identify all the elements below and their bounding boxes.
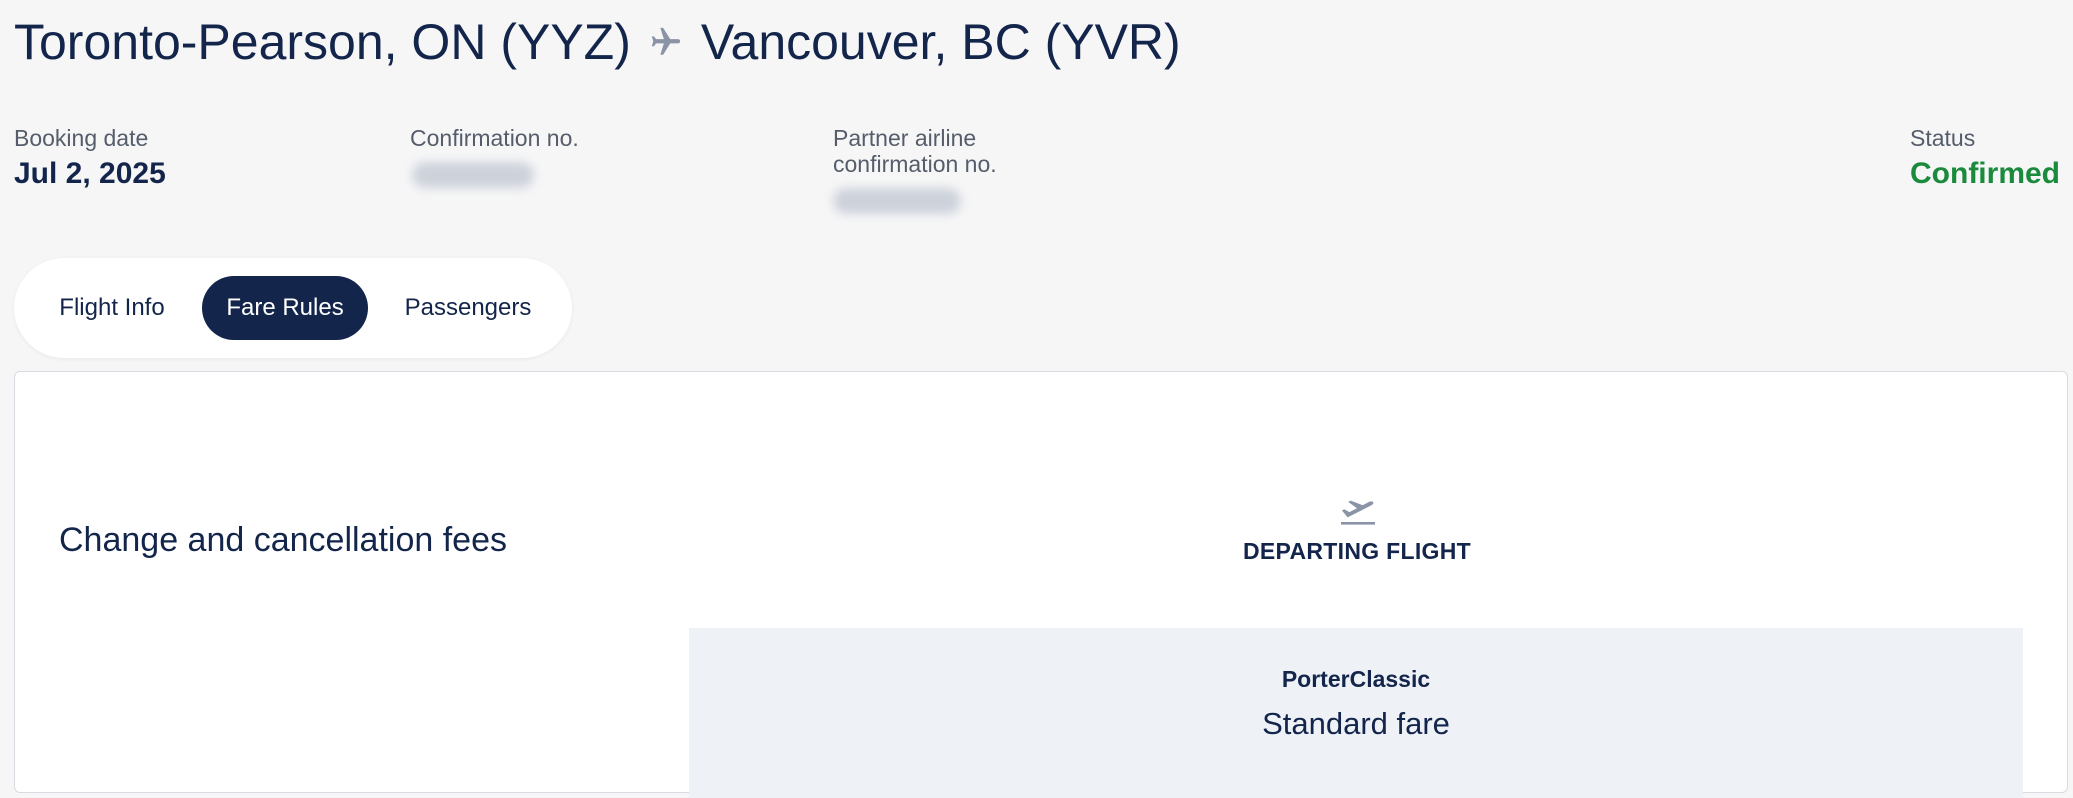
- status-badge: Confirmed: [1910, 157, 2060, 190]
- airplane-icon: [649, 25, 683, 59]
- fare-card: PorterClassic Standard fare: [689, 628, 2023, 798]
- departing-plane-icon: [1339, 492, 1377, 526]
- destination-text: Vancouver, BC (YVR): [700, 14, 1181, 70]
- booking-date-value: Jul 2, 2025: [14, 157, 166, 190]
- partner-confirmation-number-redacted: [833, 188, 961, 214]
- page-title: Toronto-Pearson, ON (YYZ) Vancouver, BC …: [14, 12, 1181, 72]
- confirmation-number-redacted: [412, 162, 534, 188]
- fare-rules-panel: Change and cancellation fees DEPARTING F…: [14, 371, 2068, 798]
- origin-text: Toronto-Pearson, ON (YYZ): [14, 14, 631, 70]
- departing-flight-label: DEPARTING FLIGHT: [1243, 538, 1471, 564]
- tab-passengers[interactable]: Passengers: [382, 276, 554, 340]
- tab-fare-rules[interactable]: Fare Rules: [202, 276, 368, 340]
- tab-flight-info[interactable]: Flight Info: [32, 276, 192, 340]
- fare-type: Standard fare: [1262, 706, 1450, 741]
- tab-bar: Flight Info Fare Rules Passengers: [14, 258, 572, 358]
- fare-brand: PorterClassic: [1281, 666, 1431, 692]
- section-title: Change and cancellation fees: [59, 521, 507, 559]
- partner-confirmation-label-line1: Partner airline: [833, 125, 977, 151]
- booking-date-label: Booking date: [14, 125, 149, 151]
- partner-confirmation-label-line2: confirmation no.: [833, 151, 997, 177]
- status-label: Status: [1910, 125, 1976, 151]
- confirmation-label: Confirmation no.: [410, 125, 579, 151]
